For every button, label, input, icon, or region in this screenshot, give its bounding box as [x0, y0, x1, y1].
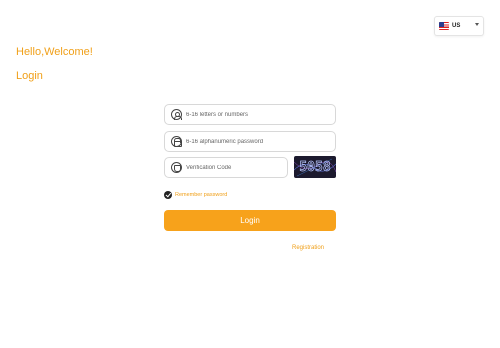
password-field-wrapper [164, 131, 336, 152]
registration-link[interactable]: Registration [292, 245, 324, 251]
page-title: Login [16, 70, 43, 82]
login-button[interactable]: Login [164, 210, 336, 231]
chevron-down-icon [475, 23, 479, 26]
captcha-text: 5058 [299, 159, 331, 175]
language-select[interactable]: US [434, 16, 484, 36]
password-input[interactable] [186, 138, 326, 145]
verification-field-wrapper [164, 157, 288, 178]
greeting-text: Hello,Welcome! [16, 46, 93, 58]
us-flag-icon [439, 22, 449, 30]
captcha-image[interactable]: 5058 [294, 156, 336, 178]
username-input[interactable] [186, 111, 326, 118]
user-icon [171, 109, 182, 120]
language-label: US [452, 23, 461, 29]
verification-code-input[interactable] [186, 164, 282, 171]
lock-icon [171, 136, 182, 148]
shield-icon [171, 162, 182, 173]
username-field-wrapper [164, 104, 336, 125]
remember-password-toggle[interactable]: Remember password [164, 191, 227, 199]
remember-password-label: Remember password [175, 192, 228, 198]
check-circle-icon[interactable] [164, 191, 172, 199]
